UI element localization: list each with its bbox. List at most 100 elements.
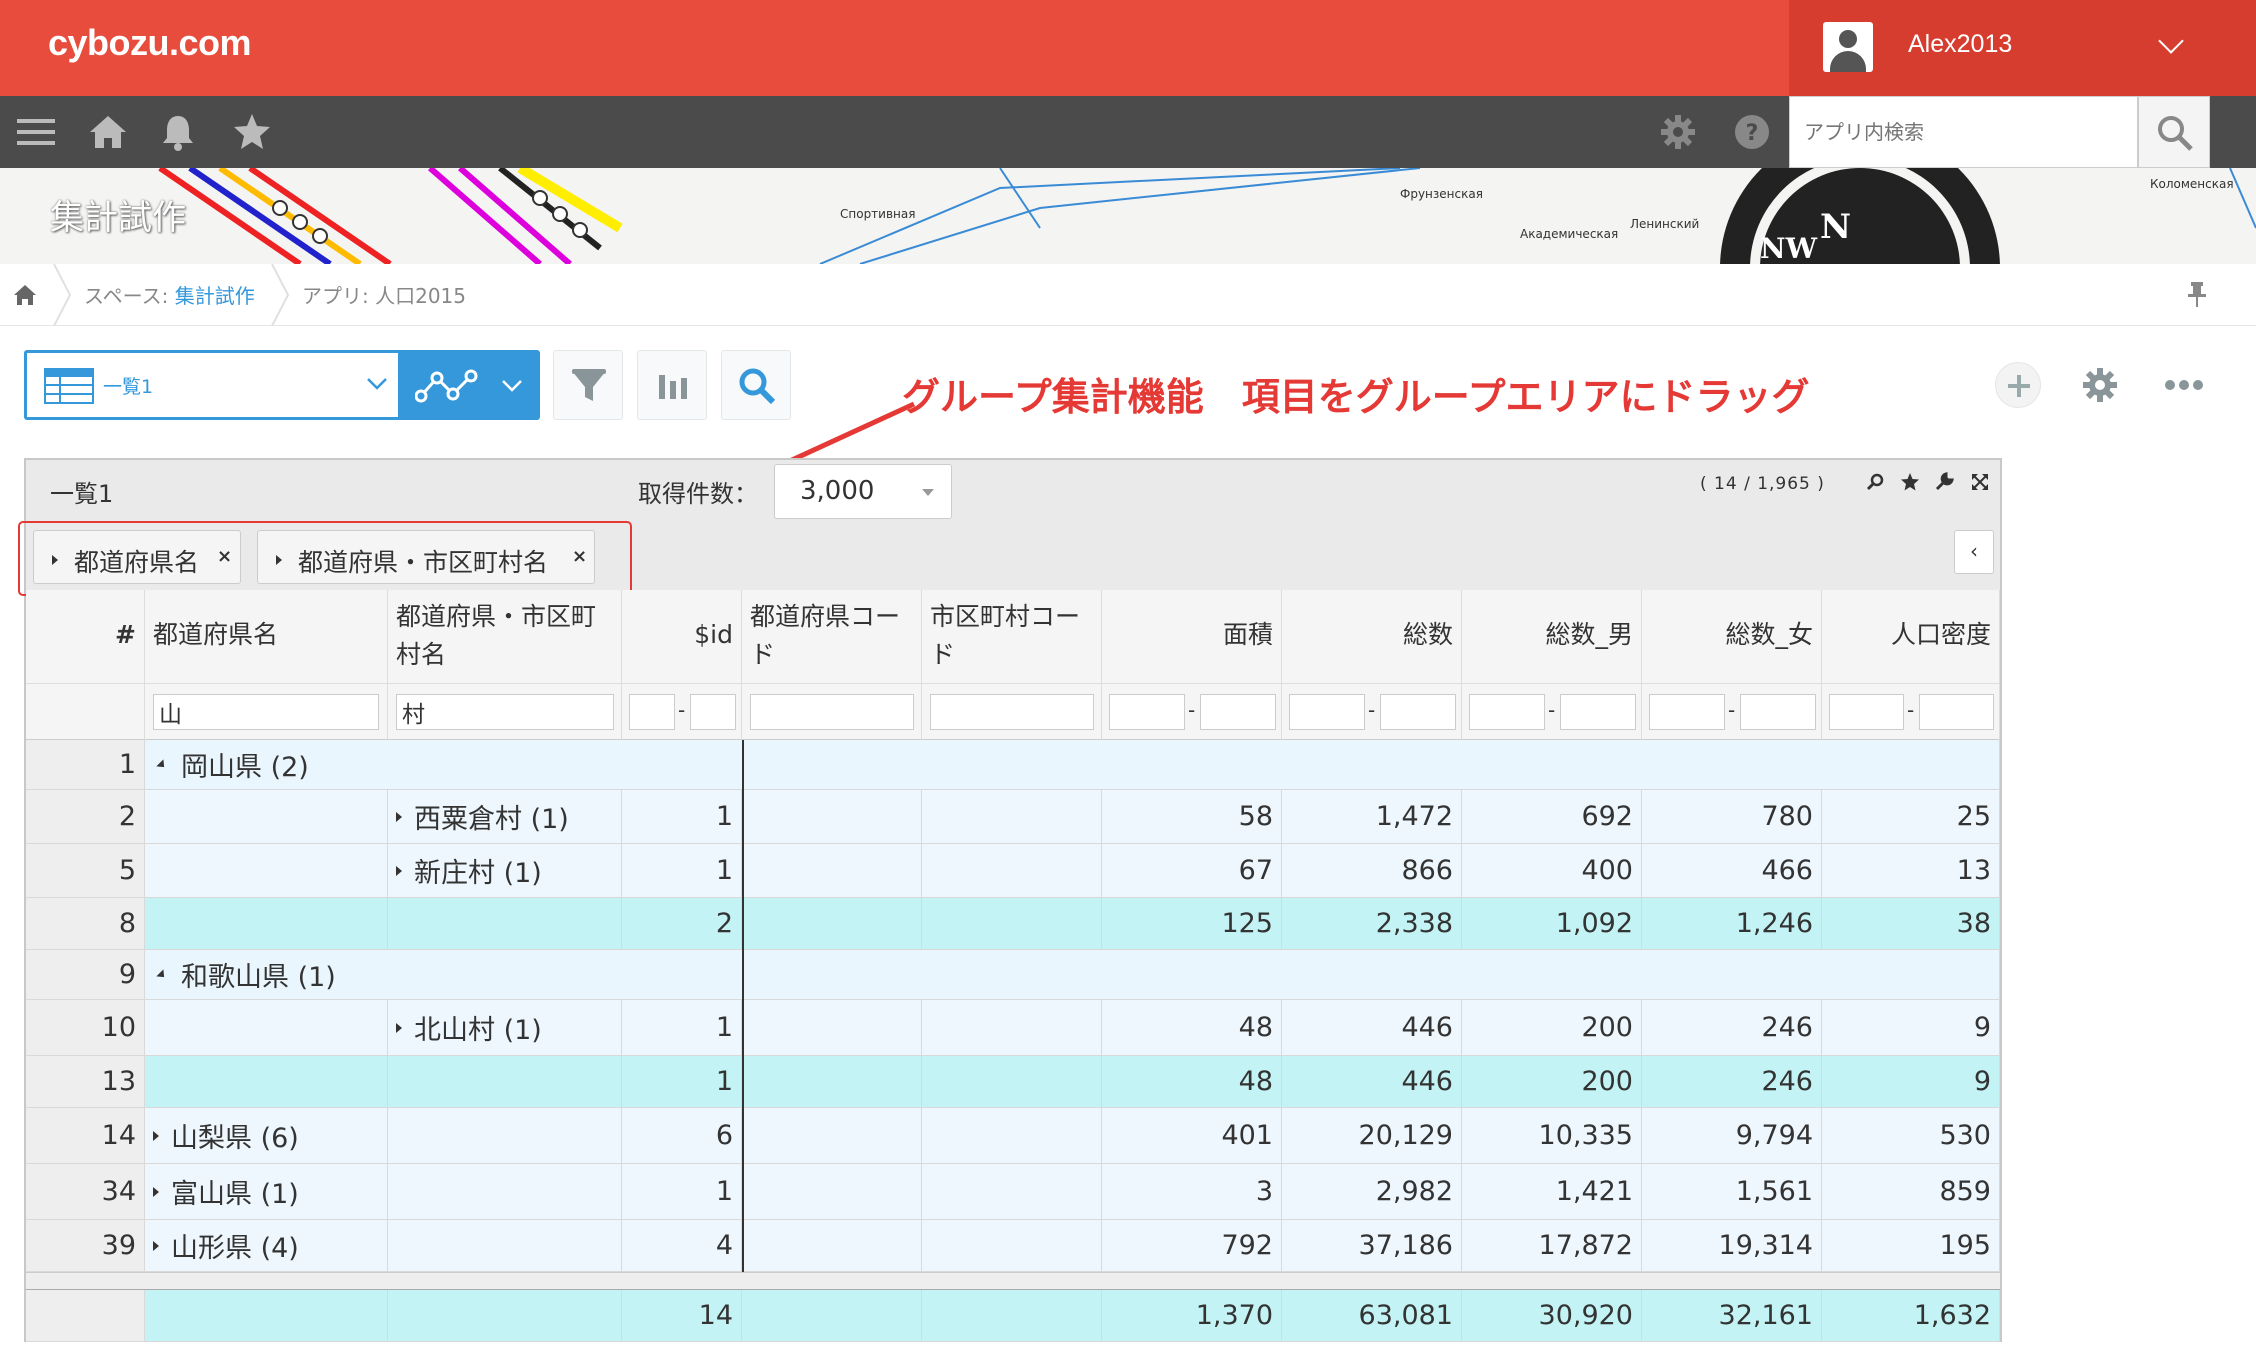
filter-input-total-min[interactable]	[1289, 694, 1365, 730]
cell-value: 1,632	[1913, 1300, 1991, 1331]
filter-cell-citycode	[922, 684, 1102, 740]
filter-input-male-min[interactable]	[1469, 694, 1545, 730]
filter-input-female-max[interactable]	[1740, 694, 1816, 730]
filter-input-male-max[interactable]	[1560, 694, 1636, 730]
table-row[interactable]: 9 和歌山県 (1)	[26, 950, 2000, 1000]
filter-input-citycode[interactable]	[930, 694, 1094, 730]
table-row[interactable]: 13 1 48 446 200 246 9	[26, 1056, 2000, 1108]
column-header-area[interactable]: 面積	[1102, 590, 1282, 684]
cell-value: 5	[118, 855, 136, 886]
more-icon[interactable]	[2164, 378, 2204, 392]
chevron-down-icon[interactable]	[366, 376, 388, 392]
home-icon[interactable]	[12, 282, 38, 308]
expand-toggle-icon[interactable]	[153, 1186, 159, 1197]
filter-cell-city	[388, 684, 622, 740]
group-header-cell[interactable]: 和歌山県 (1)	[145, 950, 2000, 1000]
table-row[interactable]: 8 2 125 2,338 1,092 1,246 38	[26, 898, 2000, 950]
filter-input-id-min[interactable]	[629, 694, 675, 730]
gear-icon[interactable]	[1658, 112, 1698, 152]
column-header-male[interactable]: 総数_男	[1462, 590, 1642, 684]
expand-toggle-icon[interactable]	[396, 865, 402, 876]
column-header-city[interactable]: 都道府県・市区町村名	[388, 590, 622, 684]
home-icon[interactable]	[86, 110, 130, 154]
zoom-icon[interactable]	[1866, 472, 1886, 492]
fullscreen-icon[interactable]	[1970, 472, 1990, 492]
cell-value: 32,161	[1718, 1300, 1813, 1331]
fetch-count-value[interactable]: 3,000	[800, 476, 874, 506]
cell-citycode	[922, 1164, 1102, 1220]
cell-value: 792	[1221, 1230, 1273, 1261]
star-icon[interactable]	[1900, 472, 1920, 492]
expand-toggle-icon[interactable]	[153, 1240, 159, 1251]
filter-input-prefcode[interactable]	[750, 694, 914, 730]
filter-input-density-min[interactable]	[1829, 694, 1904, 730]
column-header-prefcode[interactable]: 都道府県コード	[742, 590, 922, 684]
username[interactable]: Alex2013	[1908, 30, 2012, 59]
cell-citycode	[922, 1220, 1102, 1272]
expand-toggle-icon[interactable]	[156, 758, 168, 771]
star-icon[interactable]	[230, 110, 274, 154]
search-input[interactable]	[1790, 97, 2137, 167]
wrench-icon[interactable]	[1934, 472, 1954, 492]
cell-value: 1	[715, 855, 733, 886]
cell-value: 195	[1939, 1230, 1991, 1261]
app-search[interactable]	[1789, 96, 2138, 168]
table-row[interactable]: 10 北山村 (1) 1 48 446 200 246 9	[26, 1000, 2000, 1056]
svg-text:Академическая: Академическая	[1520, 227, 1618, 241]
column-header-female[interactable]: 総数_女	[1642, 590, 1822, 684]
cell-area: 48	[1102, 1000, 1282, 1056]
breadcrumb-space[interactable]: スペース: 集計試作	[84, 280, 255, 309]
expand-toggle-icon[interactable]	[153, 1130, 159, 1141]
cell-total: 20,129	[1282, 1108, 1462, 1164]
avatar[interactable]	[1823, 22, 1873, 72]
filter-input-density-max[interactable]	[1919, 694, 1994, 730]
graph-selector[interactable]	[401, 350, 540, 420]
filter-input-city[interactable]	[396, 694, 614, 730]
column-header-density[interactable]: 人口密度	[1822, 590, 2000, 684]
cell-pref	[145, 1290, 388, 1342]
help-icon[interactable]: ?	[1732, 112, 1772, 152]
pin-icon[interactable]	[2184, 280, 2210, 308]
group-header-cell[interactable]: 岡山県 (2)	[145, 740, 2000, 790]
expand-toggle-icon[interactable]	[396, 811, 402, 822]
cell-value: 新庄村 (1)	[414, 858, 542, 889]
table-row[interactable]: 34 富山県 (1) 1 3 2,982 1,421 1,561 859	[26, 1164, 2000, 1220]
table-row[interactable]: 2 西粟倉村 (1) 1 58 1,472 692 780 25	[26, 790, 2000, 844]
column-header-citycode[interactable]: 市区町村コード	[922, 590, 1102, 684]
table-row[interactable]: 14 山梨県 (6) 6 401 20,129 10,335 9,794 530	[26, 1108, 2000, 1164]
space-link[interactable]: 集計試作	[175, 284, 255, 308]
gear-icon[interactable]	[2080, 365, 2120, 405]
collapse-button[interactable]: ‹	[1954, 530, 1994, 574]
search-button[interactable]	[2138, 96, 2210, 168]
filter-button[interactable]	[553, 350, 623, 420]
filter-input-id-max[interactable]	[690, 694, 736, 730]
grid-footer-separator	[26, 1272, 2000, 1290]
range-separator: -	[678, 698, 686, 722]
cell-value: 1	[715, 801, 733, 832]
cell-idx: 8	[26, 898, 145, 950]
map-banner-image: Фрунзенская Академическая Ленинский Коломе…	[0, 168, 2256, 264]
cell-area: 792	[1102, 1220, 1282, 1272]
table-row[interactable]: 39 山形県 (4) 4 792 37,186 17,872 19,314 195	[26, 1220, 2000, 1272]
filter-input-female-min[interactable]	[1649, 694, 1725, 730]
table-row[interactable]: 5 新庄村 (1) 1 67 866 400 466 13	[26, 844, 2000, 898]
table-row[interactable]: 1 岡山県 (2)	[26, 740, 2000, 790]
filter-input-pref[interactable]	[153, 694, 379, 730]
expand-toggle-icon[interactable]	[396, 1022, 402, 1033]
add-record-button[interactable]	[1995, 362, 2041, 408]
breadcrumb-app[interactable]: アプリ: 人口2015	[302, 280, 466, 309]
breadcrumb-separator	[53, 264, 72, 326]
caret-down-icon[interactable]	[922, 489, 934, 496]
filter-input-total-max[interactable]	[1380, 694, 1456, 730]
column-header-pref[interactable]: 都道府県名	[145, 590, 388, 684]
app-logo[interactable]: cybozu.com	[48, 22, 252, 64]
filter-input-area-max[interactable]	[1200, 694, 1276, 730]
expand-toggle-icon[interactable]	[156, 968, 168, 981]
view-name[interactable]: 一覧1	[103, 372, 153, 399]
bell-icon[interactable]	[156, 110, 200, 154]
filter-input-area-min[interactable]	[1109, 694, 1185, 730]
column-header-id[interactable]: $id	[622, 590, 742, 684]
cell-value: 2	[118, 801, 136, 832]
menu-icon[interactable]	[14, 110, 58, 154]
column-header-total[interactable]: 総数	[1282, 590, 1462, 684]
